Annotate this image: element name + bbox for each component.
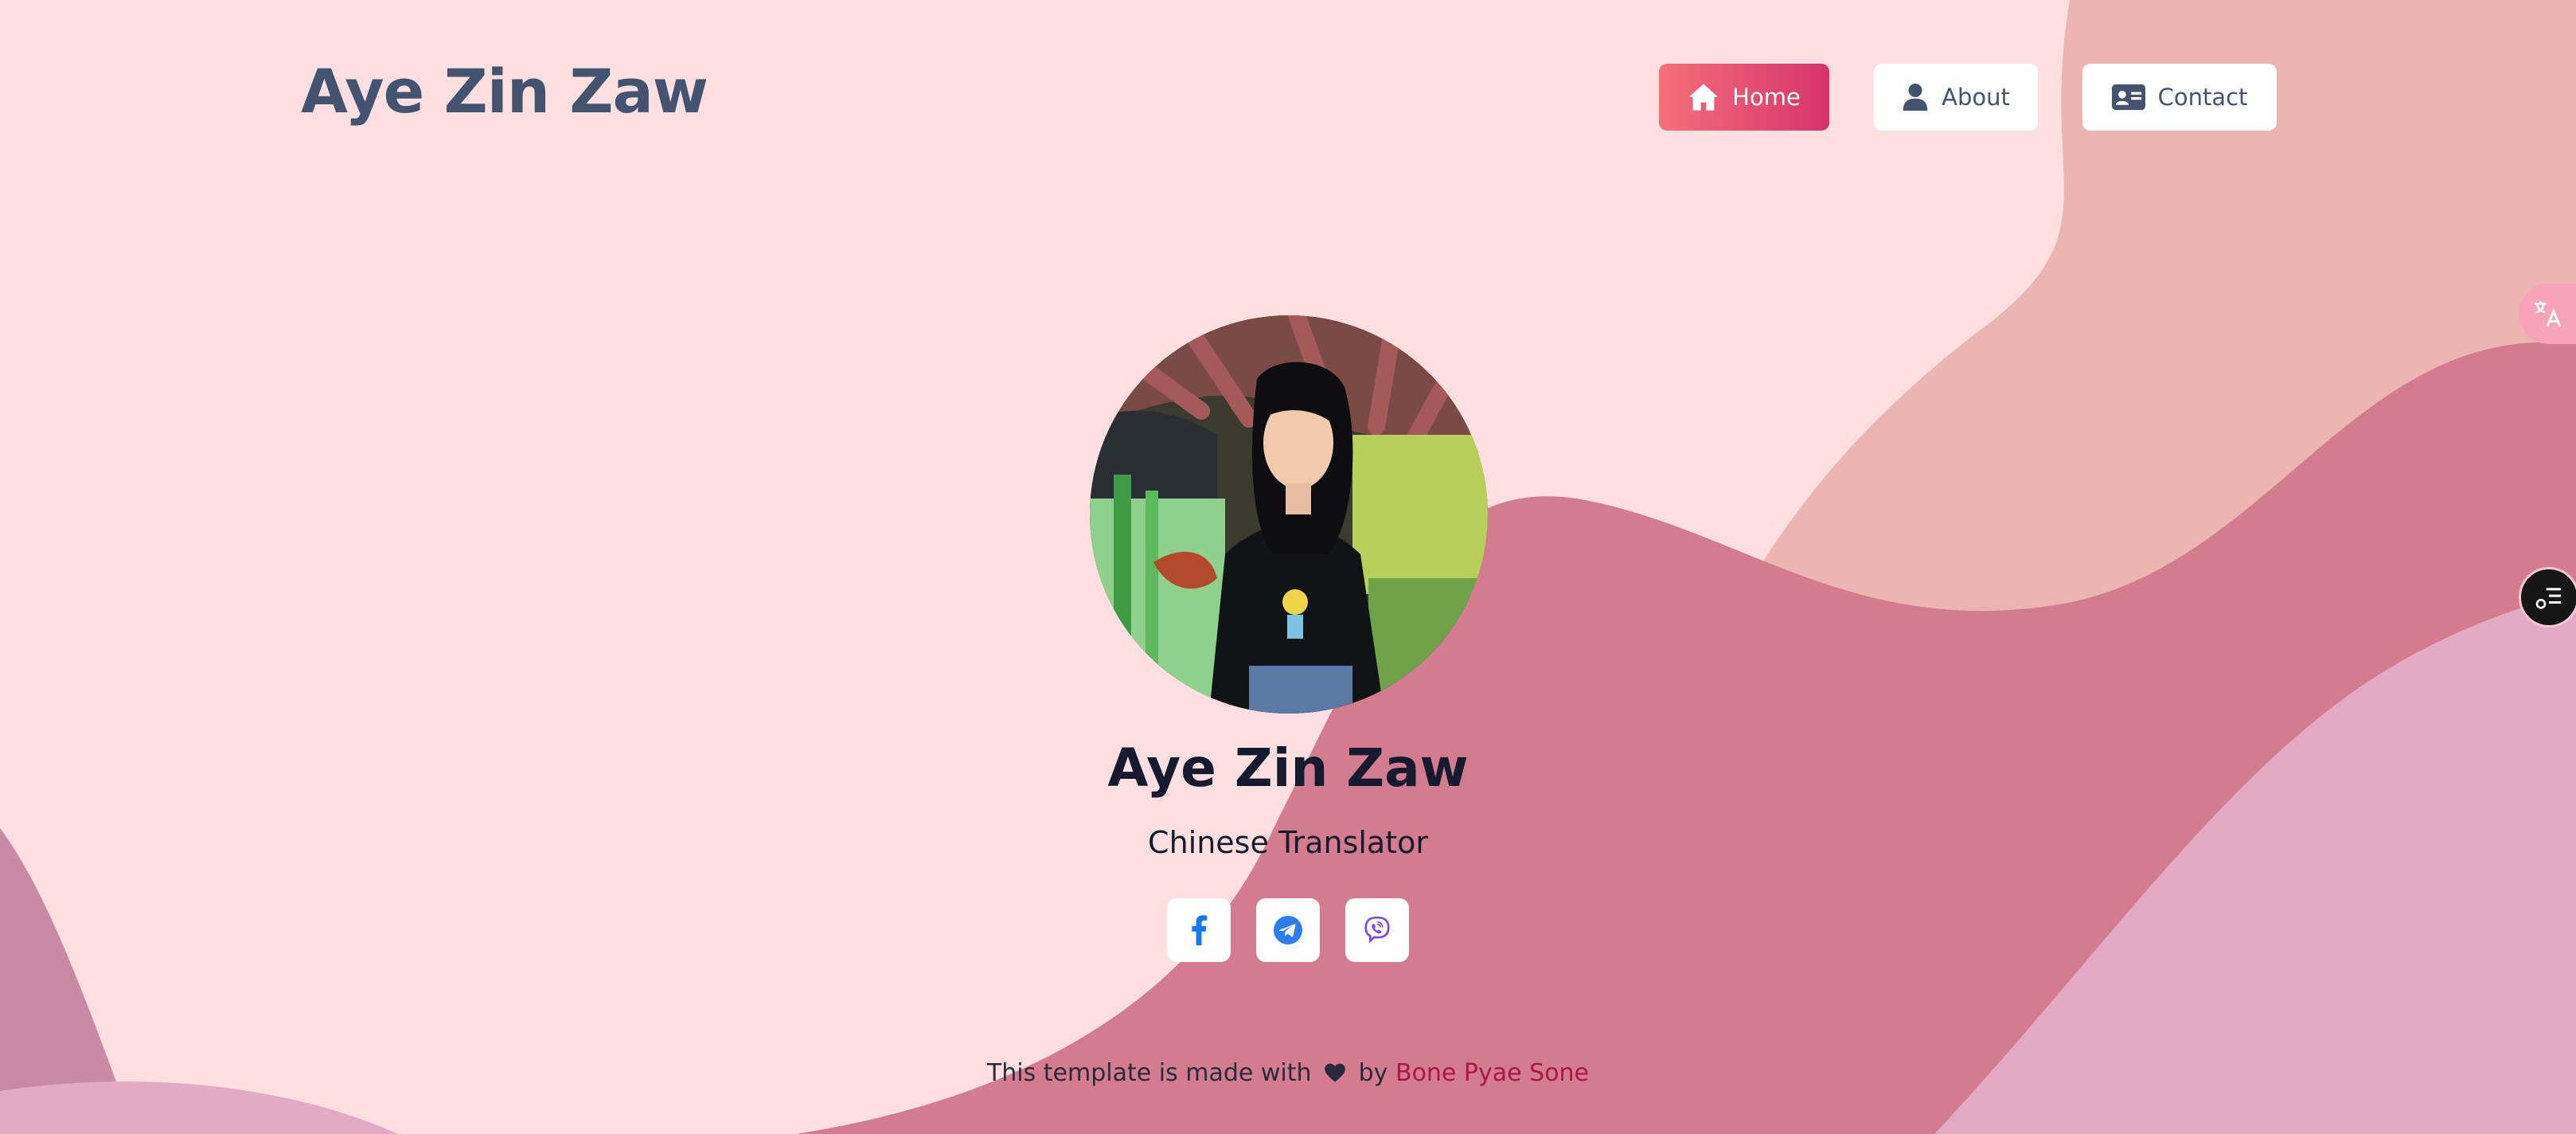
nav-home-label: Home: [1732, 84, 1801, 111]
facebook-icon: [1192, 915, 1208, 945]
profile-name: Aye Zin Zaw: [1107, 737, 1469, 799]
translate-button[interactable]: [2519, 284, 2576, 344]
telegram-button[interactable]: [1256, 898, 1320, 962]
side-menu-button[interactable]: [2519, 567, 2576, 628]
viber-icon: [1364, 916, 1390, 944]
heart-icon: [1325, 1063, 1345, 1082]
footer-credit: This template is made with by Bone Pyae …: [0, 1059, 2576, 1087]
nav-about-button[interactable]: About: [1874, 64, 2038, 131]
site-title[interactable]: Aye Zin Zaw: [301, 56, 708, 127]
home-icon: [1688, 84, 1719, 111]
wave-pink-bottom: [0, 1081, 398, 1134]
footer-by: by: [1358, 1059, 1388, 1087]
user-icon: [1903, 84, 1928, 111]
translate-icon: [2535, 301, 2562, 327]
nav-home-button[interactable]: Home: [1659, 64, 1829, 131]
profile-photo: [1090, 315, 1488, 714]
telegram-icon: [1274, 916, 1302, 944]
contact-card-icon: [2111, 84, 2145, 111]
facebook-button[interactable]: [1167, 898, 1231, 962]
nav-contact-label: Contact: [2157, 84, 2248, 111]
menu-icon: [2535, 588, 2561, 609]
footer-text: This template is made with: [986, 1059, 1312, 1087]
footer-author-link[interactable]: Bone Pyae Sone: [1395, 1059, 1589, 1087]
viber-button[interactable]: [1345, 898, 1409, 962]
profile-role: Chinese Translator: [1148, 825, 1428, 860]
nav-about-label: About: [1942, 84, 2010, 111]
nav-contact-button[interactable]: Contact: [2082, 64, 2277, 131]
